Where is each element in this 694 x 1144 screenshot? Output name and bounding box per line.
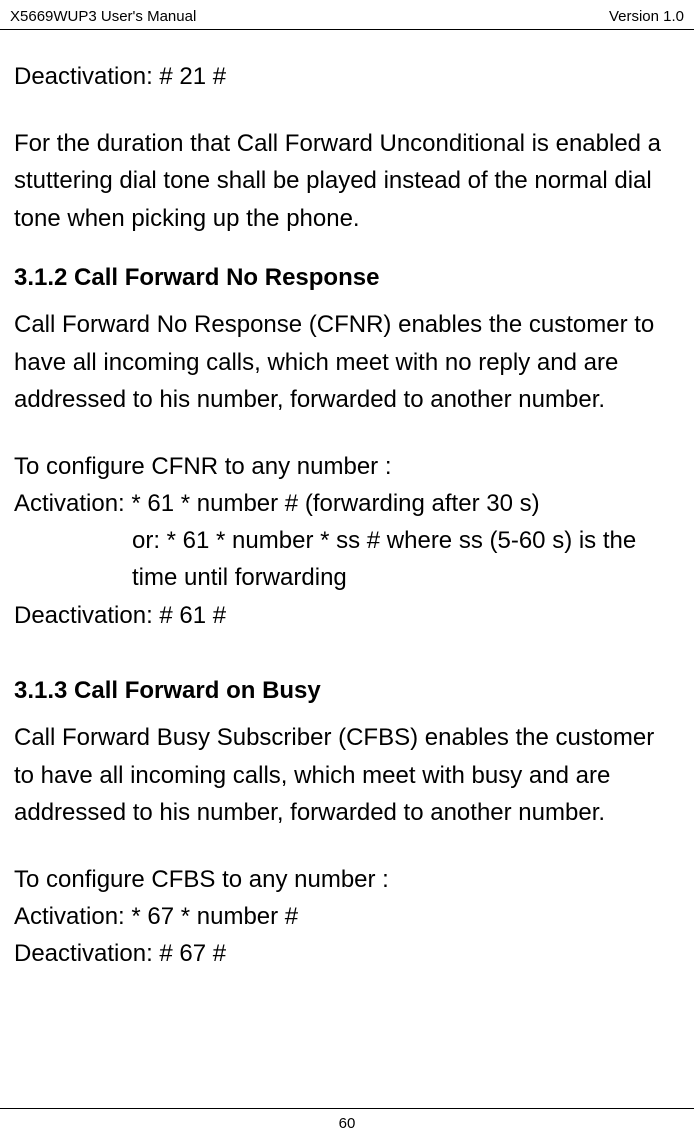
page-header: X5669WUP3 User's Manual Version 1.0 xyxy=(0,0,694,30)
cfbs-config-title: To configure CFBS to any number : xyxy=(14,861,680,898)
cfbs-deactivation: Deactivation: # 67 # xyxy=(14,935,680,972)
page-footer: 60 xyxy=(0,1108,694,1144)
heading-313: 3.1.3 Call Forward on Busy xyxy=(14,674,680,708)
cfnr-intro: Call Forward No Response (CFNR) enables … xyxy=(14,306,680,418)
cfnr-config-title: To configure CFNR to any number : xyxy=(14,448,680,485)
cfu-note: For the duration that Call Forward Uncon… xyxy=(14,125,680,237)
page-number: 60 xyxy=(339,1115,356,1132)
cfnr-activation: Activation: * 61 * number # (forwarding … xyxy=(14,485,680,522)
cfnr-or-line: or: * 61 * number * ss # where ss (5-60 … xyxy=(14,522,680,596)
page-content: Deactivation: # 21 # For the duration th… xyxy=(0,30,694,1108)
cfbs-intro: Call Forward Busy Subscriber (CFBS) enab… xyxy=(14,719,680,831)
page-container: X5669WUP3 User's Manual Version 1.0 Deac… xyxy=(0,0,694,1144)
header-right: Version 1.0 xyxy=(609,8,684,25)
header-left: X5669WUP3 User's Manual xyxy=(10,8,196,25)
deactivation-21: Deactivation: # 21 # xyxy=(14,58,680,95)
cfbs-activation: Activation: * 67 * number # xyxy=(14,898,680,935)
heading-312: 3.1.2 Call Forward No Response xyxy=(14,261,680,295)
cfnr-deactivation: Deactivation: # 61 # xyxy=(14,597,680,634)
